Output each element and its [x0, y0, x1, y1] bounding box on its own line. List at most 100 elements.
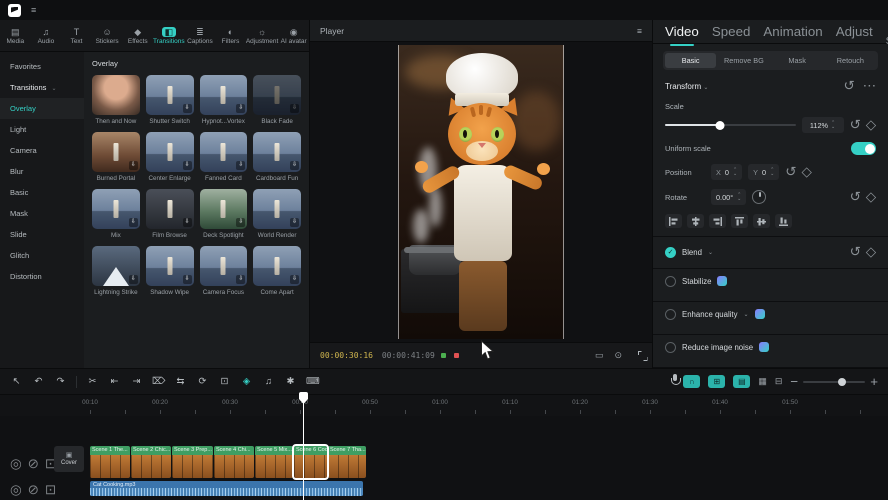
- transition-item[interactable]: ⇩ World Render: [253, 189, 301, 239]
- tab-filters[interactable]: ◐ Filters: [215, 20, 246, 51]
- position-y-field[interactable]: Y 0 ⌃ ⌄: [748, 164, 779, 180]
- tab-effects[interactable]: ◆ Effects: [122, 20, 153, 51]
- tab-adjust[interactable]: Adjust: [836, 24, 873, 39]
- zoom-in-button[interactable]: +: [870, 374, 878, 389]
- hide-track-icon[interactable]: ◎: [10, 482, 22, 498]
- ratio-button[interactable]: ▭: [595, 350, 604, 361]
- sidebar-item-mask[interactable]: Mask: [0, 203, 84, 224]
- scale-slider-knob[interactable]: [715, 121, 724, 130]
- video-frame[interactable]: [398, 45, 564, 339]
- clip-scene-7[interactable]: Scene 7 Tha...: [328, 446, 366, 478]
- sidebar-item-favorites[interactable]: Favorites: [0, 56, 84, 77]
- tab-transitions[interactable]: ◧ Transitions: [153, 20, 185, 51]
- tab-ai-avatar[interactable]: ◉ AI avatar: [278, 20, 309, 51]
- tab-media[interactable]: ▤ Media: [0, 20, 31, 51]
- shortcut-button[interactable]: ⌨: [306, 376, 319, 387]
- cover-button[interactable]: ▣ Cover: [54, 446, 84, 472]
- marker-button[interactable]: ◈: [240, 376, 253, 387]
- transition-item[interactable]: ⇩ Deck Spotlight: [200, 189, 248, 239]
- split-button[interactable]: ✂: [86, 376, 99, 387]
- more-options-button[interactable]: ⋯: [863, 78, 876, 94]
- transition-item[interactable]: ⇩ Black Fade: [253, 75, 301, 125]
- stepper-down-icon[interactable]: ⌄: [831, 125, 835, 129]
- auto-snapping-toggle[interactable]: ⊞: [708, 375, 725, 388]
- stabilize-checkbox[interactable]: [665, 276, 676, 287]
- transition-item[interactable]: ⇩ Camera Focus: [200, 246, 248, 296]
- transition-item[interactable]: ⇩ Lightning Strike: [92, 246, 140, 296]
- tab-stickers[interactable]: ☺ Stickers: [92, 20, 123, 51]
- subtab-retouch[interactable]: Retouch: [825, 53, 876, 68]
- scale-reset-button[interactable]: ↺: [850, 117, 861, 133]
- blend-keyframe-button[interactable]: ◇: [866, 244, 876, 260]
- subtab-remove-bg[interactable]: Remove BG: [718, 53, 769, 68]
- tab-captions[interactable]: ≣ Captions: [185, 20, 216, 51]
- transition-item[interactable]: ⇩ Hypnot...Vortex: [200, 75, 248, 125]
- mark-in-indicator[interactable]: [441, 353, 446, 358]
- clip-scene-4[interactable]: Scene 4 Chi...: [214, 446, 254, 478]
- menu-icon[interactable]: ≡: [31, 5, 36, 15]
- snapshot-button[interactable]: ⊙: [614, 350, 622, 361]
- tab-text[interactable]: T Text: [61, 20, 92, 51]
- main-track-magnet-toggle[interactable]: ∩: [683, 375, 700, 388]
- rotate-dial[interactable]: [752, 190, 766, 204]
- clip-scene-5[interactable]: Scene 5 Mix...: [255, 446, 293, 478]
- align-top-button[interactable]: [731, 214, 748, 228]
- zoom-out-button[interactable]: −: [790, 374, 798, 389]
- position-keyframe-button[interactable]: ◇: [801, 164, 811, 180]
- position-reset-button[interactable]: ↺: [785, 164, 796, 180]
- mirror-button[interactable]: ⇆: [174, 376, 187, 387]
- sidebar-item-overlay[interactable]: Overlay: [0, 98, 84, 119]
- lock-track-icon[interactable]: ⊡: [45, 482, 56, 498]
- scale-value-field[interactable]: 112% ⌃ ⌄: [802, 117, 844, 133]
- transition-item[interactable]: ⇩ Cardboard Fun: [253, 132, 301, 182]
- zoom-slider-knob[interactable]: [838, 378, 846, 386]
- align-right-button[interactable]: [709, 214, 726, 228]
- clip-scene-2[interactable]: Scene 2 Chic...: [131, 446, 171, 478]
- transition-item[interactable]: ⇩ Fanned Card: [200, 132, 248, 182]
- audio-clip[interactable]: Cat Cooking.mp3: [90, 481, 363, 496]
- sidebar-item-glitch[interactable]: Glitch: [0, 245, 84, 266]
- scale-keyframe-button[interactable]: ◇: [866, 117, 876, 133]
- hide-track-icon[interactable]: ◎: [10, 456, 22, 472]
- freeze-frame-button[interactable]: ✱: [284, 376, 297, 387]
- scale-slider[interactable]: [665, 124, 796, 126]
- sidebar-item-distortion[interactable]: Distortion: [0, 266, 84, 287]
- stepper-down-icon[interactable]: ⌄: [737, 197, 741, 201]
- rotate-keyframe-button[interactable]: ◇: [866, 189, 876, 205]
- fullscreen-button[interactable]: [633, 348, 642, 363]
- tab-adjustment[interactable]: ☼ Adjustment: [246, 20, 279, 51]
- clip-scene-3[interactable]: Scene 3 Prep...: [172, 446, 213, 478]
- rotate-button[interactable]: ⟳: [196, 376, 209, 387]
- sidebar-item-basic[interactable]: Basic: [0, 182, 84, 203]
- delete-right-button[interactable]: ⇥: [130, 376, 143, 387]
- clip-scene-6[interactable]: Scene 6 Coo...: [294, 446, 327, 478]
- transition-item[interactable]: Then and Now: [92, 75, 140, 125]
- sidebar-item-blur[interactable]: Blur: [0, 161, 84, 182]
- tab-animation[interactable]: Animation: [763, 24, 822, 39]
- align-middle-v-button[interactable]: [753, 214, 770, 228]
- delete-left-button[interactable]: ⇤: [108, 376, 121, 387]
- extract-audio-button[interactable]: ♫: [262, 376, 275, 387]
- track-height-button[interactable]: ▦: [758, 376, 767, 387]
- timeline-ruler[interactable]: 00:10 00:20 00:30 00:40 00:50 01:00 01:1…: [0, 394, 888, 416]
- blend-reset-button[interactable]: ↺: [850, 244, 861, 260]
- playhead-line[interactable]: [303, 392, 304, 500]
- rotate-reset-button[interactable]: ↺: [850, 189, 861, 205]
- uniform-scale-toggle[interactable]: [851, 142, 876, 155]
- transition-item[interactable]: ⇩ Burned Portal: [92, 132, 140, 182]
- subtab-mask[interactable]: Mask: [772, 53, 823, 68]
- crop-button[interactable]: ⊡: [218, 376, 231, 387]
- mute-track-icon[interactable]: ⊘: [28, 482, 39, 498]
- rotate-field[interactable]: 0.00° ⌃ ⌄: [711, 189, 746, 205]
- mute-track-icon[interactable]: ⊘: [28, 456, 39, 472]
- transition-item[interactable]: ⇩ Shadow Wipe: [146, 246, 194, 296]
- zoom-slider[interactable]: [803, 381, 865, 383]
- align-center-h-button[interactable]: [687, 214, 704, 228]
- reset-transform-button[interactable]: ↺: [844, 78, 855, 94]
- blend-checkbox[interactable]: ✓: [665, 247, 676, 258]
- undo-button[interactable]: ↶: [32, 376, 45, 387]
- stepper-down-icon[interactable]: ⌄: [733, 172, 737, 176]
- tab-video[interactable]: Video: [665, 24, 699, 39]
- tab-audio[interactable]: ♫ Audio: [31, 20, 62, 51]
- select-tool-button[interactable]: ↖: [10, 376, 23, 387]
